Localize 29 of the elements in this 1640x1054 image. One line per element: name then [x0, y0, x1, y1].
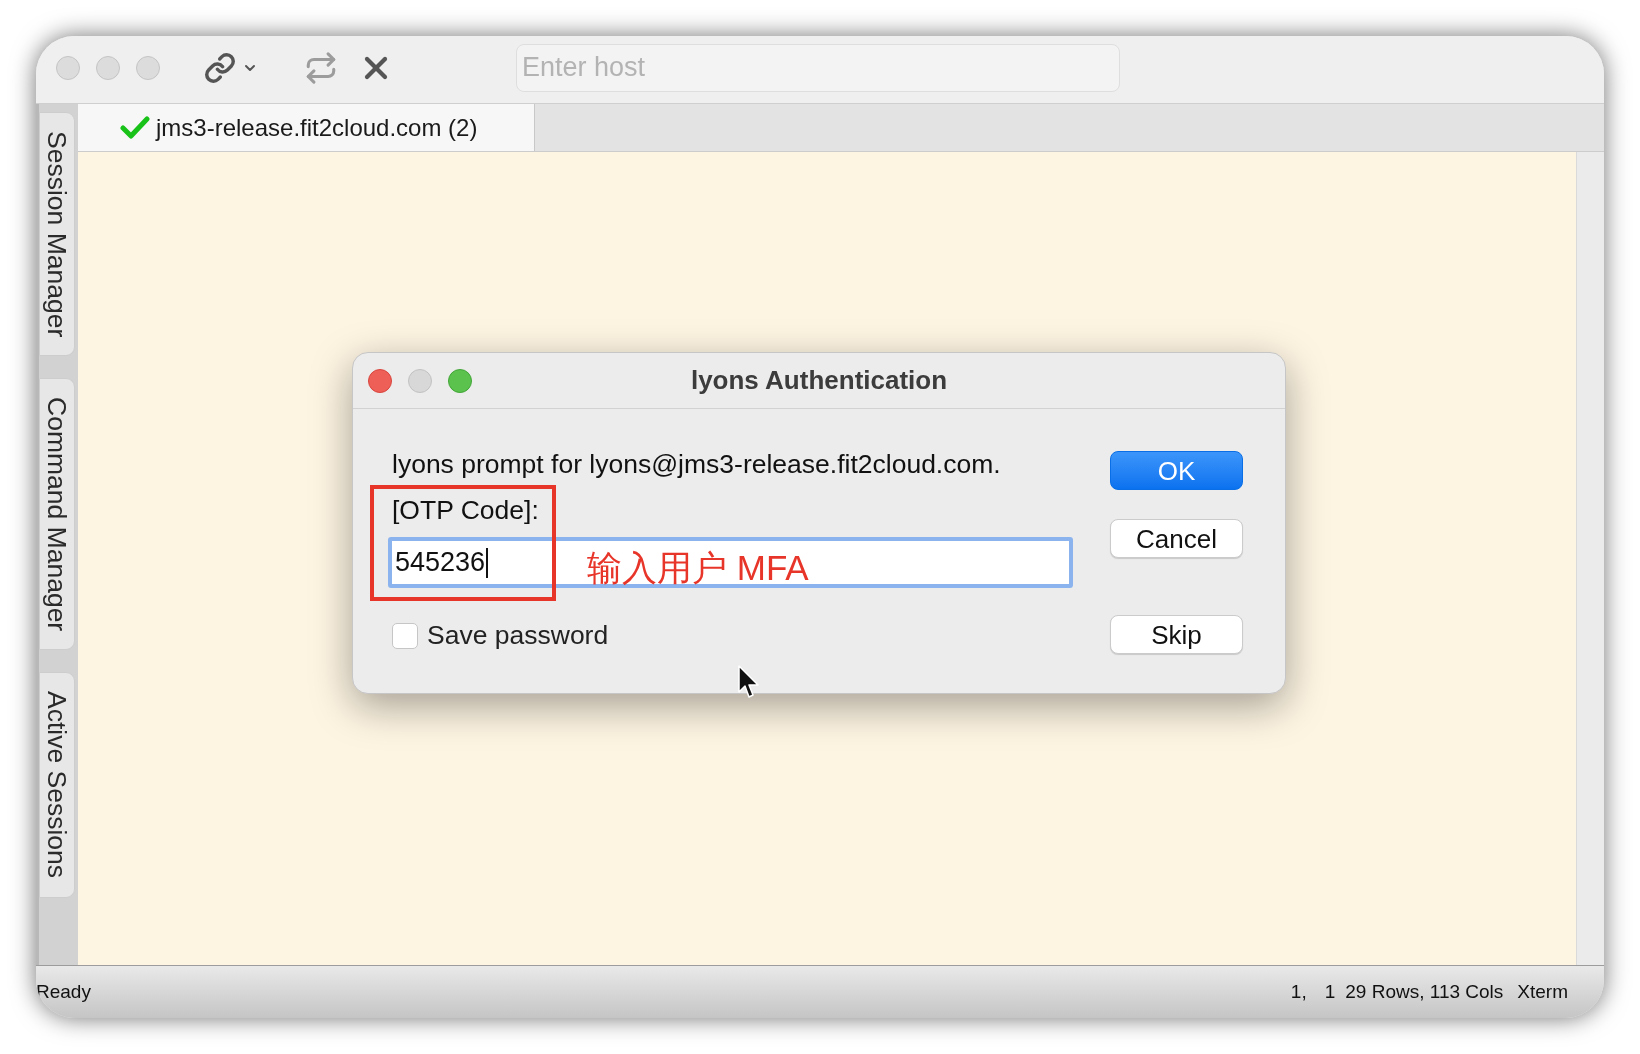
- mouse-pointer-icon: [738, 665, 760, 699]
- dialog-button[interactable]: Cancel: [1110, 519, 1243, 558]
- cursor-line-text: 1,: [1290, 979, 1307, 1004]
- field-label: [OTP Code]:: [392, 495, 539, 525]
- prompt-text: lyons prompt for lyons@jms3-release.fit2cloud.com.: [392, 449, 1001, 479]
- text-cursor-icon: [486, 547, 489, 578]
- window-minimize-icon[interactable]: [408, 368, 432, 393]
- terminal-type-text: Xterm: [1517, 979, 1568, 1004]
- link-icon[interactable]: [204, 51, 236, 84]
- window-close-icon[interactable]: [56, 55, 80, 80]
- status-message: Ready: [36, 979, 91, 1004]
- cursor-column-text: 1: [1324, 979, 1336, 1004]
- save-password-label: Save password: [427, 619, 609, 652]
- repeat-icon[interactable]: [304, 50, 338, 85]
- save-password-checkbox[interactable]: [392, 622, 418, 649]
- dialog-button[interactable]: Skip: [1110, 615, 1243, 654]
- vertical-scrollbar[interactable]: [1576, 152, 1604, 965]
- window-zoom-icon[interactable]: [136, 55, 160, 80]
- sidebar-tab[interactable]: Session Manager: [39, 112, 75, 357]
- annotation-text: 输入用户 MFA: [587, 548, 809, 588]
- dialog-title: lyons Authentication: [690, 364, 948, 397]
- sidebar-tab[interactable]: Command Manager: [39, 378, 75, 651]
- window-minimize-icon[interactable]: [96, 55, 120, 80]
- sidebar-tab[interactable]: Active Sessions: [39, 672, 75, 898]
- session-tab[interactable]: jms3-release.fit2cloud.com (2): [78, 104, 535, 151]
- terminal-size-text: 29 Rows, 113 Cols: [1345, 979, 1504, 1004]
- dialog-button[interactable]: OK: [1110, 451, 1243, 490]
- window-close-icon[interactable]: [368, 368, 392, 393]
- window-zoom-icon[interactable]: [448, 368, 472, 393]
